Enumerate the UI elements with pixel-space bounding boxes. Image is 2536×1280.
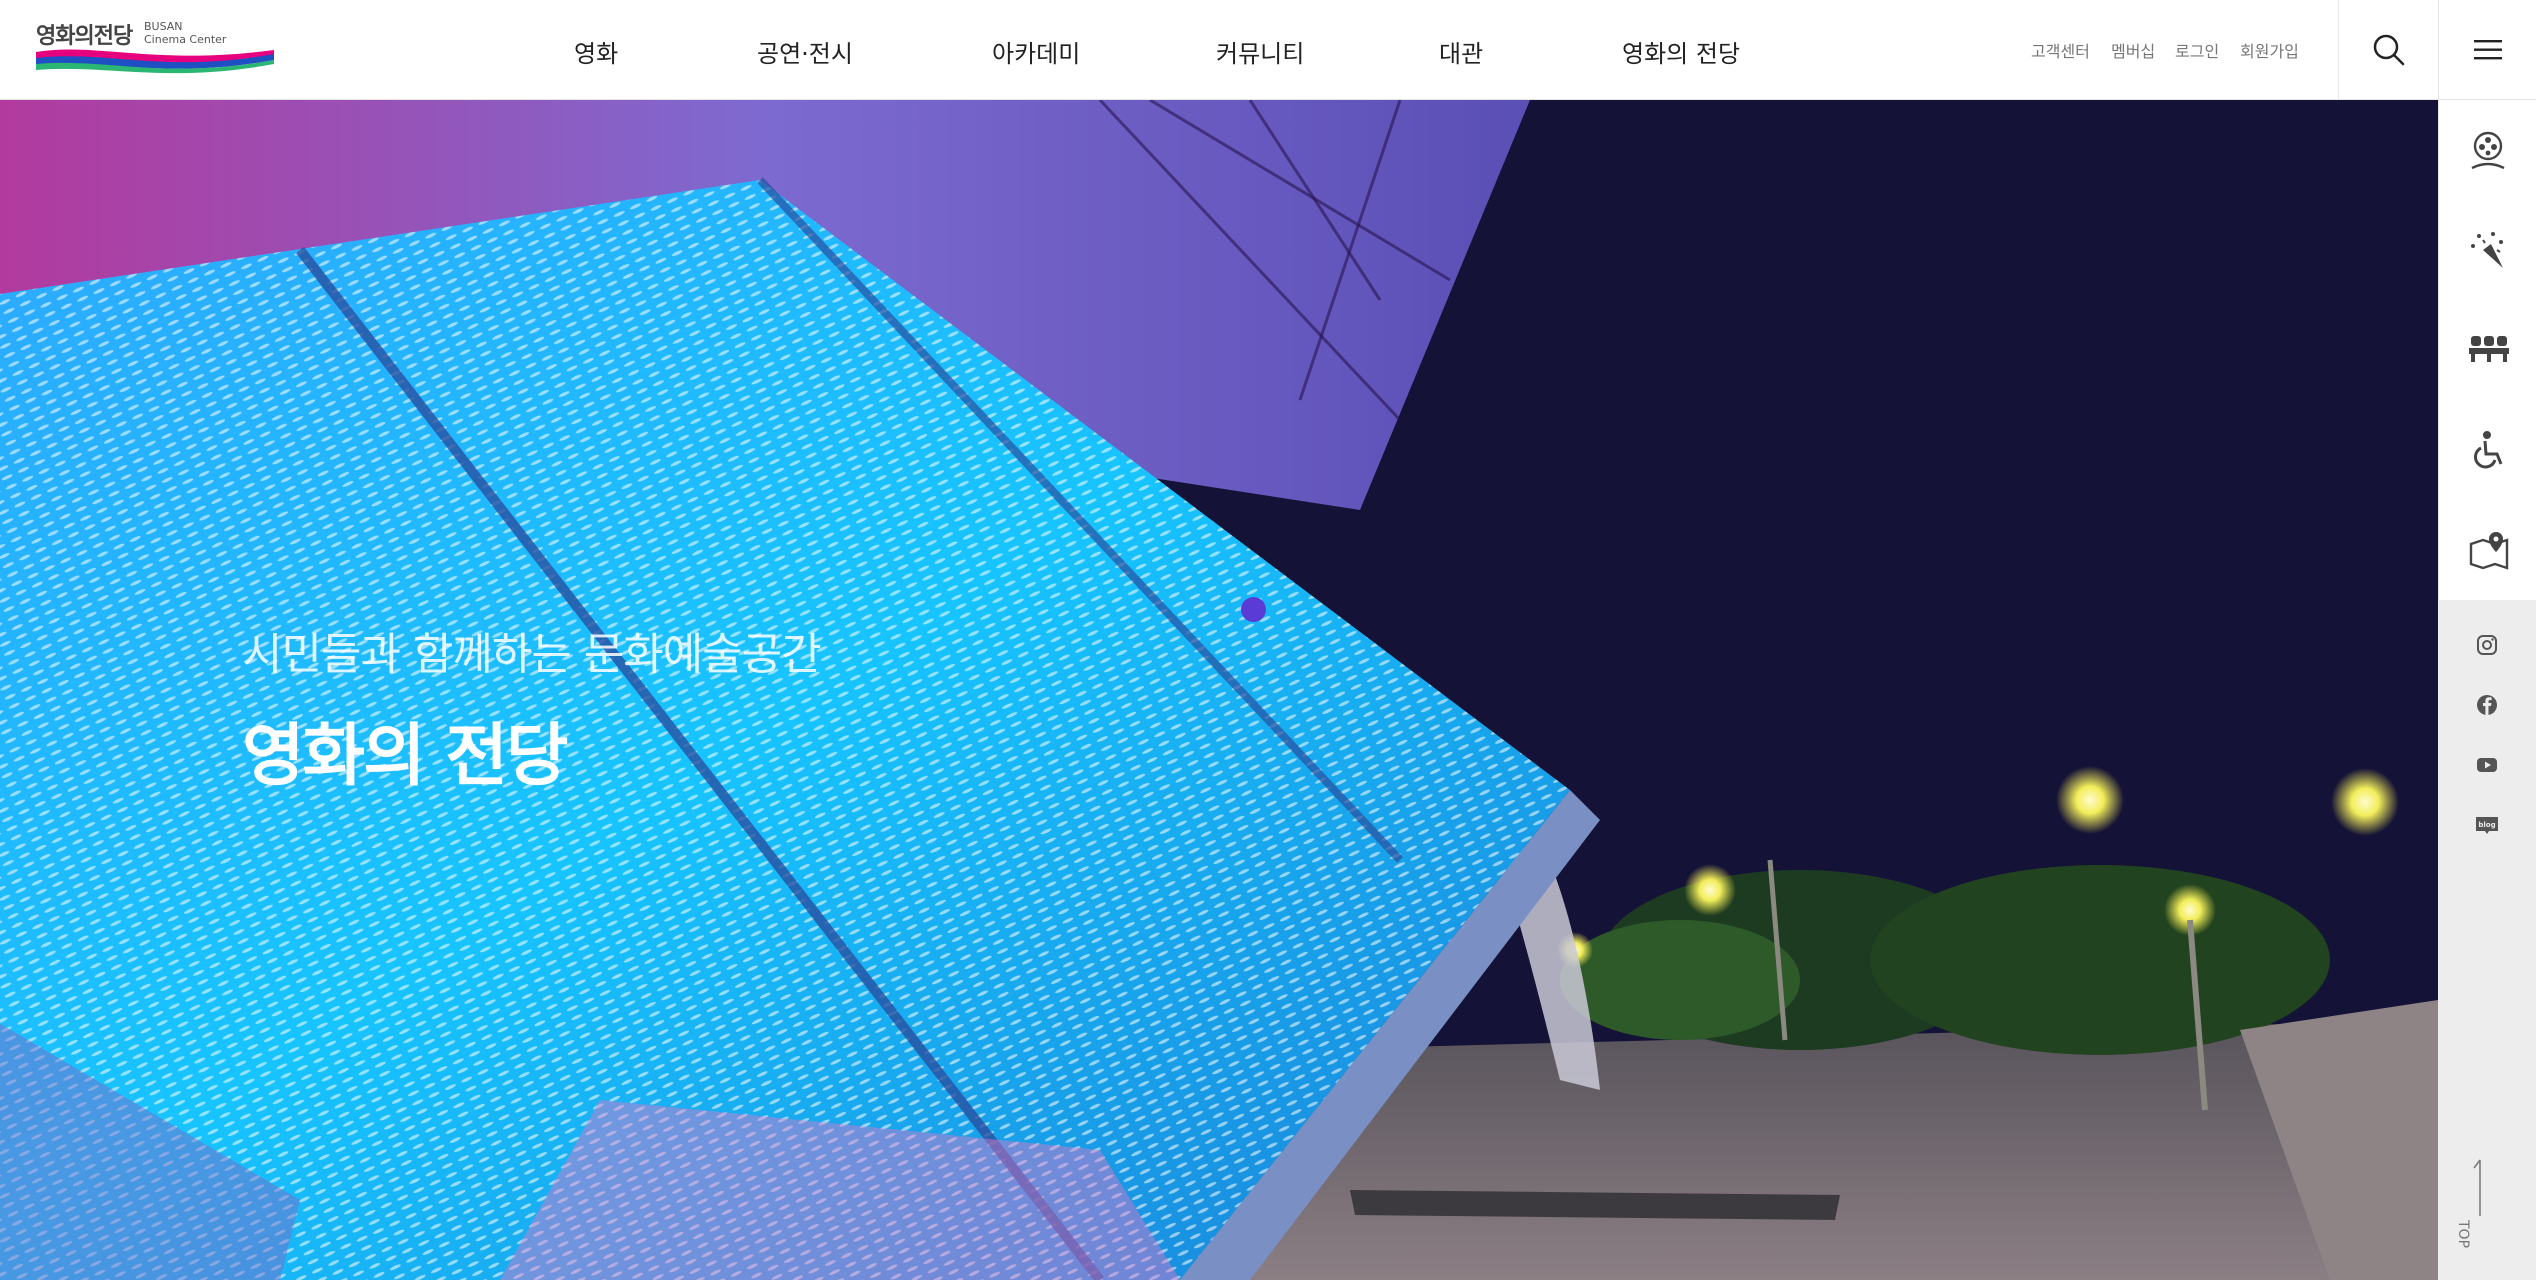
quick-movie-button[interactable] xyxy=(2439,100,2536,200)
nav-community[interactable]: 커뮤니티 xyxy=(1216,34,1304,69)
fireworks-icon xyxy=(2471,232,2503,268)
facebook-icon xyxy=(2477,695,2497,715)
nav-cinema-center[interactable]: 영화의 전당 xyxy=(1622,34,1740,69)
hero-title: 영화의 전당 xyxy=(242,717,568,796)
quick-menu xyxy=(2438,100,2536,600)
youtube-icon xyxy=(2477,758,2497,772)
site-header: 영화의전당 BUSAN Cinema Center 영화 공연·전시 아카데미 … xyxy=(0,0,2536,100)
scroll-top-label: TOP xyxy=(2455,1220,2471,1249)
quick-map-button[interactable] xyxy=(2439,500,2536,600)
film-reel-icon xyxy=(2471,131,2505,170)
logo-wave-icon xyxy=(36,49,274,74)
instagram-icon xyxy=(2477,635,2497,655)
nav-performance-exhibition[interactable]: 공연·전시 xyxy=(757,34,853,69)
util-customer-center[interactable]: 고객센터 xyxy=(2031,38,2090,62)
hero-indicator-dot xyxy=(1241,597,1266,622)
blog-link[interactable]: blog xyxy=(2472,810,2502,840)
quick-sidebar: blog xyxy=(2438,100,2536,1280)
nav-rental[interactable]: 대관 xyxy=(1439,34,1483,69)
scroll-top-button[interactable]: TOP xyxy=(2455,1158,2510,1258)
hamburger-icon xyxy=(2474,40,2502,60)
menu-button[interactable] xyxy=(2438,0,2536,100)
util-signup[interactable]: 회원가입 xyxy=(2240,38,2299,62)
logo-name-en: BUSAN Cinema Center xyxy=(144,20,226,46)
hero-visual: 시민들과 함께하는 문화예술공간 영화의 전당 xyxy=(0,100,2438,1280)
util-login[interactable]: 로그인 xyxy=(2175,38,2219,62)
blog-icon-label: blog xyxy=(2478,821,2495,829)
quick-accessibility-button[interactable] xyxy=(2439,400,2536,500)
util-membership[interactable]: 멤버십 xyxy=(2111,38,2155,62)
wheelchair-icon xyxy=(2473,431,2503,469)
quick-seats-button[interactable] xyxy=(2439,300,2536,400)
nav-academy[interactable]: 아카데미 xyxy=(992,34,1080,69)
seats-icon xyxy=(2469,336,2509,362)
youtube-link[interactable] xyxy=(2472,750,2502,780)
logo-en-line1: BUSAN xyxy=(144,20,183,33)
facebook-link[interactable] xyxy=(2472,690,2502,720)
arrow-up-icon xyxy=(2473,1159,2481,1216)
instagram-link[interactable] xyxy=(2472,630,2502,660)
blog-icon: blog xyxy=(2476,817,2498,834)
map-pin-icon xyxy=(2469,532,2509,570)
quick-performance-button[interactable] xyxy=(2439,200,2536,300)
search-icon xyxy=(2373,34,2405,66)
nav-movie[interactable]: 영화 xyxy=(574,34,618,69)
logo[interactable]: 영화의전당 BUSAN Cinema Center xyxy=(36,18,276,78)
search-button[interactable] xyxy=(2338,0,2438,100)
hero-subtitle: 시민들과 함께하는 문화예술공간 xyxy=(242,629,822,680)
hero-background-image xyxy=(0,100,2438,1280)
